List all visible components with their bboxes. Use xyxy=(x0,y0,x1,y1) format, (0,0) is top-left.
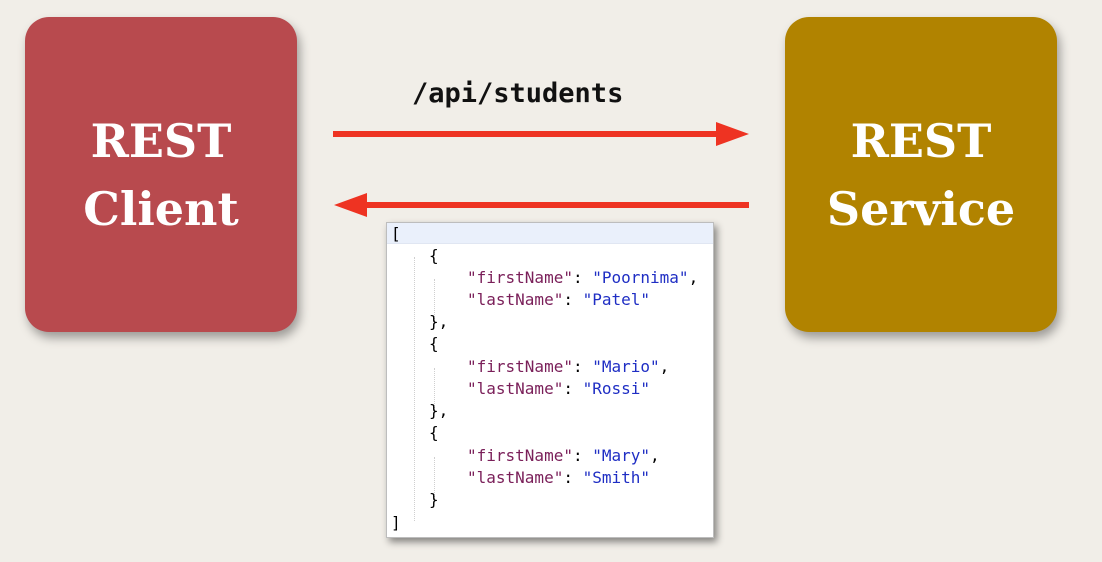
request-arrow xyxy=(333,122,749,146)
indent-guide xyxy=(414,257,415,521)
json-key: "firstName" xyxy=(467,268,573,287)
json-key: "firstName" xyxy=(467,357,573,376)
json-line: }, xyxy=(429,311,448,333)
json-value: "Smith" xyxy=(582,468,651,487)
json-separator: : xyxy=(563,379,583,398)
json-close-brace: } xyxy=(429,490,439,509)
json-comma: , xyxy=(659,357,670,376)
json-line: { xyxy=(429,245,439,267)
json-open-brace: { xyxy=(429,334,439,353)
json-open-brace: { xyxy=(429,423,439,442)
json-line: }, xyxy=(429,400,448,422)
json-response-panel: [ { "firstName": "Poornima", "lastName":… xyxy=(386,222,714,538)
json-comma: , xyxy=(688,268,699,287)
json-separator: : xyxy=(563,290,583,309)
json-value: "Patel" xyxy=(582,290,651,309)
json-line: "firstName": "Mario", xyxy=(467,356,669,378)
json-line: "firstName": "Poornima", xyxy=(467,267,698,289)
json-separator: : xyxy=(572,268,593,287)
json-key: "lastName" xyxy=(467,379,564,398)
json-open-brace: { xyxy=(429,246,439,265)
json-close-bracket: ] xyxy=(391,513,401,532)
json-line: [ xyxy=(391,223,401,245)
json-line: ] xyxy=(391,512,401,534)
response-arrow xyxy=(334,193,749,217)
json-comma: , xyxy=(650,446,660,465)
json-line: "lastName": "Patel" xyxy=(467,289,650,311)
json-key: "firstName" xyxy=(467,446,573,465)
json-line: } xyxy=(429,489,439,511)
json-value: "Rossi" xyxy=(582,379,651,398)
json-close-brace: }, xyxy=(429,401,449,420)
json-key: "lastName" xyxy=(467,468,564,487)
json-value: "Mario" xyxy=(592,357,660,376)
json-line: { xyxy=(429,333,439,355)
json-separator: : xyxy=(563,468,583,487)
json-line: { xyxy=(429,422,439,444)
json-open-bracket: [ xyxy=(391,224,401,243)
editor-current-line-highlight xyxy=(387,223,713,244)
json-key: "lastName" xyxy=(467,290,564,309)
json-line: "lastName": "Smith" xyxy=(467,467,650,489)
json-close-brace: }, xyxy=(429,312,449,331)
json-value: "Poornima" xyxy=(592,268,689,287)
json-line: "lastName": "Rossi" xyxy=(467,378,650,400)
json-line: "firstName": "Mary", xyxy=(467,445,660,467)
json-separator: : xyxy=(572,357,593,376)
json-value: "Mary" xyxy=(592,446,651,465)
json-separator: : xyxy=(572,446,593,465)
